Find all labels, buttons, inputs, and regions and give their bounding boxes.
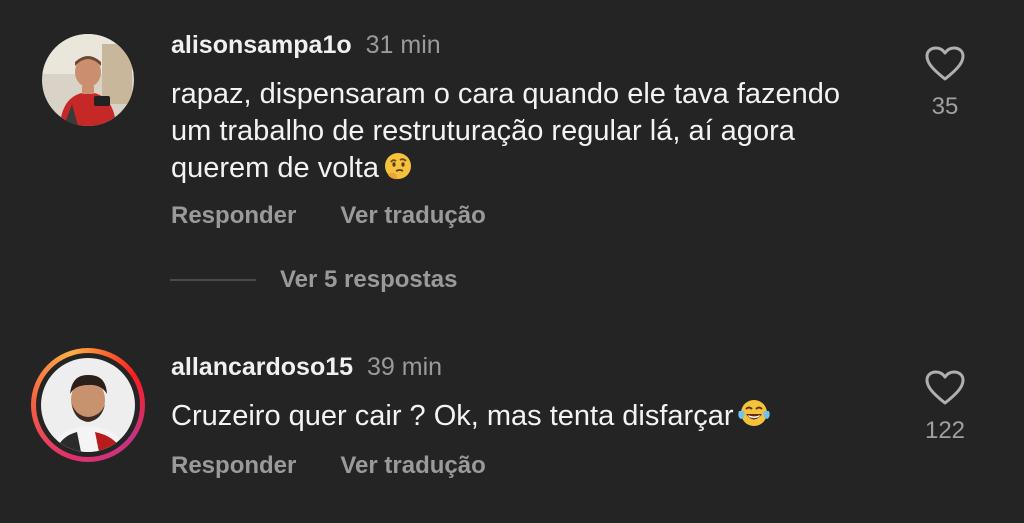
heart-icon[interactable] <box>925 46 965 86</box>
timestamp: 31 min <box>365 31 441 59</box>
like-button[interactable]: 122 <box>915 370 975 445</box>
replies-divider <box>170 279 256 281</box>
comment-text-line: rapaz, dispensaram o cara quando ele tav… <box>171 78 841 110</box>
comment-text-line: um trabalho de restruturação regular lá,… <box>171 115 795 147</box>
thinking-face-emoji-icon <box>383 151 413 191</box>
like-count: 122 <box>924 417 966 444</box>
heart-icon[interactable] <box>925 370 965 410</box>
view-replies-button[interactable]: Ver 5 respostas <box>280 266 457 293</box>
comment-text: Cruzeiro quer cair ? Ok, mas tenta disfa… <box>171 397 891 439</box>
tears-of-joy-emoji-icon <box>737 397 771 439</box>
comment-meta: alisonsampa1o 31 min <box>171 31 441 60</box>
view-replies[interactable]: Ver 5 respostas <box>170 266 457 300</box>
avatar[interactable] <box>42 34 134 126</box>
comment-actions: Responder Ver tradução <box>171 452 486 480</box>
avatar[interactable] <box>41 358 135 452</box>
reply-button[interactable]: Responder <box>171 452 296 479</box>
timestamp: 39 min <box>367 353 443 381</box>
comment-meta: allancardoso15 39 min <box>171 353 442 382</box>
comment-actions: Responder Ver tradução <box>171 202 486 230</box>
reply-button[interactable]: Responder <box>171 202 296 229</box>
comment-text-line: Cruzeiro quer cair ? Ok, mas tenta disfa… <box>171 400 734 432</box>
comment-text-line: querem de volta <box>171 150 891 191</box>
username[interactable]: allancardoso15 <box>171 353 353 381</box>
like-button[interactable]: 35 <box>915 46 975 121</box>
username[interactable]: alisonsampa1o <box>171 31 352 59</box>
translate-button[interactable]: Ver tradução <box>340 452 485 479</box>
comment-text: rapaz, dispensaram o cara quando ele tav… <box>171 76 891 191</box>
like-count: 35 <box>931 93 959 120</box>
translate-button[interactable]: Ver tradução <box>340 202 485 229</box>
